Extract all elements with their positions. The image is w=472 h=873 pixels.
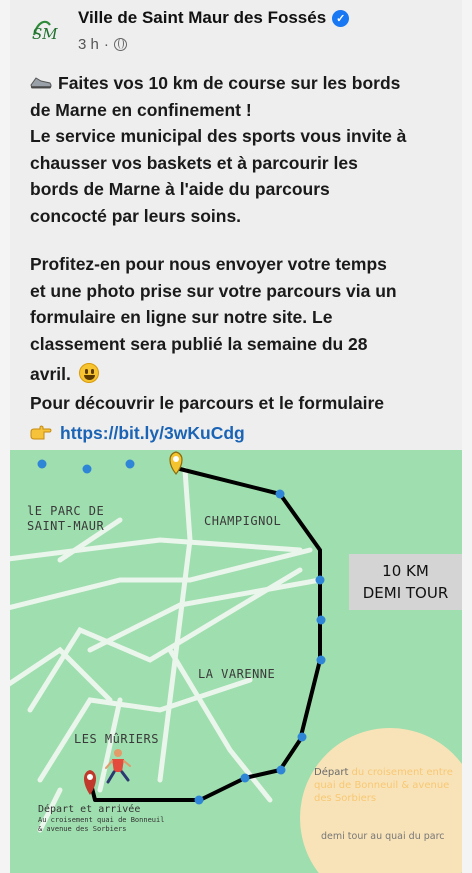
map-label-saint-maur: SAINT-MAUR (27, 519, 105, 533)
start-label: Départ et arrivée (38, 804, 141, 815)
post-line: chausser vos baskets et à parcourir les (30, 152, 358, 173)
page-name[interactable]: Ville de Saint Maur des Fossés ✓ (78, 8, 350, 28)
post-time[interactable]: 3 h (78, 36, 99, 53)
running-shoe-icon (30, 77, 52, 89)
map-label-varenne: LA VARENNE (198, 667, 276, 681)
smiley-icon (78, 363, 99, 383)
post-header: SM Ville de Saint Maur des Fossés ✓ 3 h … (30, 8, 450, 58)
info-demi-tour: demi tour au quai du parc (321, 831, 445, 842)
start-sublabel: Au croisement quai de Bonneuil & avenue … (38, 816, 164, 834)
post-line: de Marne en confinement ! (30, 99, 252, 120)
route-dot (82, 464, 92, 474)
map-road (157, 467, 193, 783)
post-line: Profitez-en pour nous envoyer votre temp… (30, 254, 387, 274)
route-dot (297, 732, 307, 742)
start-sublabel-line: Au croisement quai de Bonneuil (38, 816, 165, 824)
route-dot (276, 765, 286, 775)
map-label-muriers: LES MûRIERS (74, 732, 159, 746)
info-bubble-text: Départ du croisement entre quai de Bonne… (314, 766, 464, 805)
map-label-champignol: CHAMPIGNOL (204, 514, 282, 528)
info-depart: Départ (314, 767, 349, 778)
map-road (0, 537, 303, 563)
city-logo[interactable]: SM (30, 15, 64, 45)
post-line: Faites vos 10 km de course sur les bords (30, 70, 450, 97)
route-dot (125, 459, 135, 469)
post-line: concocté par leurs soins. (30, 205, 242, 226)
post-meta: 3 h · (78, 36, 127, 53)
route-dot (275, 489, 285, 499)
distance-label: 10 KM (382, 562, 429, 580)
page-name-text[interactable]: Ville de Saint Maur des Fossés (78, 8, 326, 28)
map-road (0, 646, 113, 703)
meta-separator: · (103, 36, 109, 53)
post-line-text: avril. (30, 364, 71, 384)
facebook-post: SM Ville de Saint Maur des Fossés ✓ 3 h … (0, 0, 472, 873)
post-line: formulaire en ligne sur notre site. Le (30, 307, 333, 327)
post-line: Le service municipal des sports vous inv… (30, 126, 407, 146)
logo-text: SM (32, 25, 58, 43)
map-road (0, 547, 313, 613)
post-text: Faites vos 10 km de course sur les bords… (30, 70, 450, 447)
post-line-text: Faites vos 10 km de course sur les bords (58, 73, 401, 93)
route-dot (316, 655, 326, 665)
post-line: Pour découvrir le parcours et le formula… (30, 392, 384, 413)
route-dot (240, 773, 250, 783)
map-label-parc: lE PARC DE (27, 504, 105, 518)
post-link[interactable]: https://bit.ly/3wKuCdg (60, 423, 245, 443)
start-sublabel-line: & avenue des Sorbiers (38, 825, 127, 833)
post-line: et une photo prise sur votre parcours vi… (30, 280, 397, 301)
demi-tour-label: DEMI TOUR (362, 584, 449, 602)
post-line: classement sera publié la semaine du 28 (30, 333, 368, 354)
post-line: https://bit.ly/3wKuCdg (30, 420, 450, 447)
route-dot (315, 575, 325, 585)
distance-box: 10 KM DEMI TOUR (349, 554, 462, 610)
pointing-hand-icon (30, 425, 52, 440)
post-line: bords de Marne à l'aide du parcours (30, 179, 330, 199)
globe-icon (113, 38, 127, 51)
route-dot (37, 459, 47, 469)
route-dot (194, 795, 204, 805)
post-line: avril. (30, 361, 450, 388)
route-dot (316, 615, 326, 625)
verified-badge-icon: ✓ (332, 9, 350, 27)
map-road (87, 577, 323, 653)
